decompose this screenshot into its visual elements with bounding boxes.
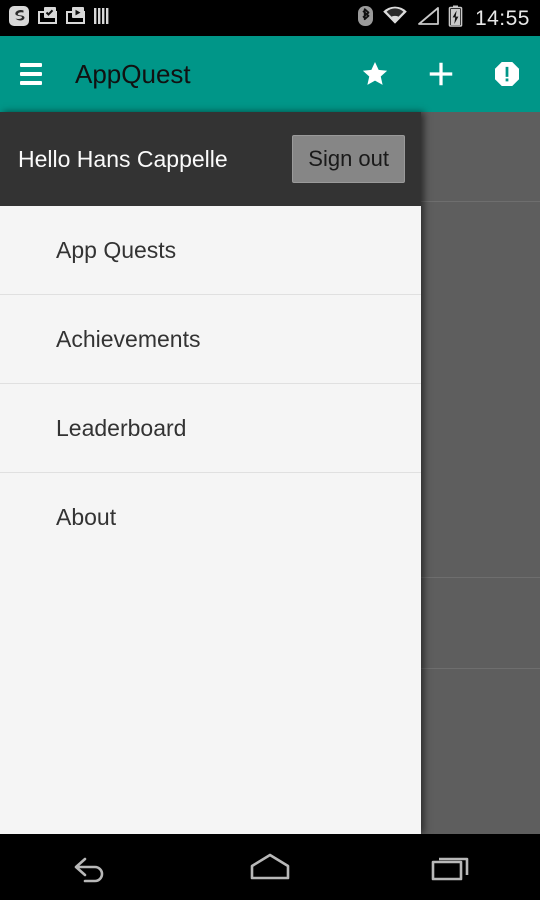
status-bar-notification-icons [8,5,109,32]
drawer-greeting: Hello Hans Cappelle [18,145,228,172]
briefcase-play-icon [65,5,86,31]
star-icon[interactable] [360,59,390,89]
sign-out-button[interactable]: Sign out [292,135,405,183]
hamburger-icon[interactable] [14,57,48,91]
sidebar-item-achievements[interactable]: Achievements [0,295,421,384]
status-bar-system-icons: 14:55 [357,5,530,32]
report-icon[interactable] [492,59,522,89]
briefcase-check-icon [37,5,58,31]
plus-icon[interactable] [426,59,456,89]
sidebar-item-app-quests[interactable]: App Quests [0,206,421,295]
sidebar-item-label: Achievements [56,325,201,352]
sidebar-item-label: About [56,504,117,530]
system-navigation-bar [0,834,540,900]
signal-icon [416,6,440,31]
sidebar-item-about[interactable]: About [0,473,421,562]
back-icon[interactable] [45,842,135,892]
hamburger-bar [20,72,42,76]
hamburger-bar [20,81,42,85]
drawer-menu-list: App Quests Achievements Leaderboard Abou… [0,206,421,562]
home-icon[interactable] [225,842,315,892]
app-title: AppQuest [75,58,191,89]
hamburger-bar [20,63,42,67]
battery-charging-icon [448,5,463,32]
status-bar-clock: 14:55 [474,6,530,30]
sidebar-item-label: Leaderboard [56,414,187,441]
status-bar: 14:55 [0,0,540,36]
sidebar-item-label: App Quests [56,236,177,263]
navigation-drawer: Hello Hans Cappelle Sign out App Quests … [0,112,421,834]
wifi-icon [382,6,408,31]
app-bar-actions [360,59,522,89]
device-screen: 14:55 AppQuest Hello Hans Cappelle Sign … [0,0,540,900]
bluetooth-icon [357,5,374,32]
app-bar: AppQuest [0,36,540,112]
drawer-header: Hello Hans Cappelle Sign out [0,112,421,206]
recents-icon[interactable] [405,842,495,892]
app-logo-icon [8,5,30,32]
sidebar-item-leaderboard[interactable]: Leaderboard [0,384,421,473]
bars-icon [93,6,109,31]
